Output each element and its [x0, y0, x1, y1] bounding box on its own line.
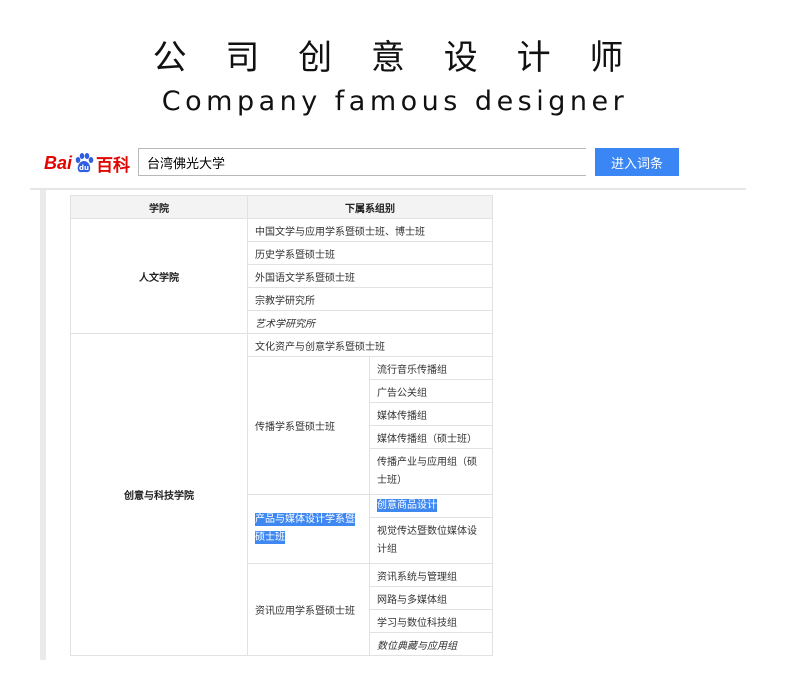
departments-table: 学院 下属系组别 人文学院 中国文学与应用学系暨硕士班、博士班 历史学系暨硕士班…: [70, 195, 493, 656]
group-cell: 传播产业与应用组（硕士班）: [369, 448, 493, 495]
group-cell: 视觉传达暨数位媒体设计组: [369, 517, 493, 564]
search-input[interactable]: [138, 148, 586, 176]
selected-text[interactable]: 创意商品设计: [377, 499, 437, 512]
department-product-media-design: 产品与媒体设计学系暨硕士班: [247, 494, 370, 564]
baidu-baike-logo[interactable]: Bai du 百科: [44, 150, 130, 176]
table-row: 创意与科技学院 文化资产与创意学系暨硕士班: [70, 333, 493, 656]
selected-text[interactable]: 产品与媒体设计学系暨硕士班: [255, 513, 355, 544]
group-cell: 资讯系统与管理组: [369, 563, 493, 587]
group-cell: 媒体传播组（硕士班）: [369, 425, 493, 449]
department-cell: 艺术学研究所: [247, 310, 493, 334]
enter-entry-button[interactable]: 进入词条: [595, 148, 679, 176]
group-cell: 流行音乐传播组: [369, 356, 493, 380]
table-header-row: 学院 下属系组别: [70, 195, 493, 219]
page-subtitle: Company famous designer: [161, 86, 629, 117]
group-cell: 数位典藏与应用组: [369, 632, 493, 656]
logo-baike-text: 百科: [96, 155, 131, 175]
article-content: 学院 下属系组别 人文学院 中国文学与应用学系暨硕士班、博士班 历史学系暨硕士班…: [30, 190, 746, 660]
group-cell: 媒体传播组: [369, 402, 493, 426]
department-info-application: 资讯应用学系暨硕士班: [247, 563, 370, 656]
browser-screenshot: Bai du 百科 进入词条 学院 下属系组别: [30, 140, 746, 660]
department-cell: 中国文学与应用学系暨硕士班、博士班: [247, 218, 493, 242]
group-cell: 创意商品设计: [369, 494, 493, 518]
college-humanities: 人文学院: [70, 218, 248, 334]
baike-header: Bai du 百科 进入词条: [30, 140, 746, 190]
header-departments: 下属系组别: [247, 195, 493, 219]
group-cell: 广告公关组: [369, 379, 493, 403]
page-title: 公 司 创 意 设 计 师: [152, 38, 638, 78]
header-college: 学院: [70, 195, 248, 219]
table-row: 人文学院 中国文学与应用学系暨硕士班、博士班: [70, 218, 493, 334]
departments-table-wrap: 学院 下属系组别 人文学院 中国文学与应用学系暨硕士班、博士班 历史学系暨硕士班…: [70, 195, 493, 656]
department-cell: 宗教学研究所: [247, 287, 493, 311]
college-creative-technology: 创意与科技学院: [70, 333, 248, 656]
department-cell: 外国语文学系暨硕士班: [247, 264, 493, 288]
department-cell: 文化资产与创意学系暨硕士班: [247, 333, 493, 357]
left-divider: [40, 190, 46, 660]
group-cell: 学习与数位科技组: [369, 609, 493, 633]
department-cell: 历史学系暨硕士班: [247, 241, 493, 265]
svg-text:du: du: [79, 164, 89, 172]
paw-icon: du: [73, 152, 95, 174]
group-cell: 网路与多媒体组: [369, 586, 493, 610]
department-communication: 传播学系暨硕士班: [247, 356, 370, 495]
logo-bai-text: Bai: [44, 152, 73, 173]
